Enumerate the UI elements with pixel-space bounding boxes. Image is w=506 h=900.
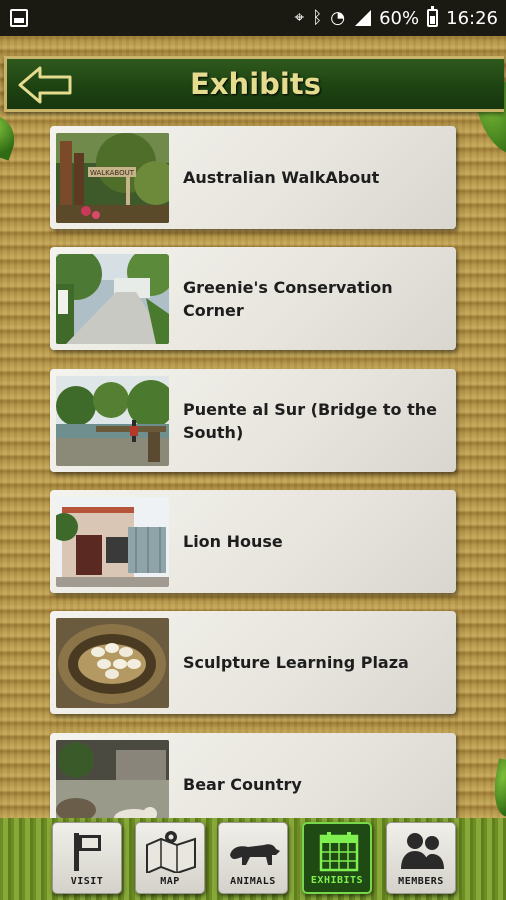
header-bar: Exhibits bbox=[4, 56, 504, 112]
map-icon bbox=[146, 831, 196, 873]
leaf-decoration-bottom-right bbox=[489, 758, 506, 818]
nav-label: MEMBERS bbox=[398, 876, 444, 887]
exhibit-name: Puente al Sur (Bridge to the South) bbox=[183, 399, 437, 442]
page-title: Exhibits bbox=[190, 67, 321, 101]
nav-label: VISIT bbox=[70, 876, 104, 887]
wifi-icon: ◔ bbox=[330, 7, 346, 28]
exhibit-thumbnail bbox=[56, 617, 169, 708]
exhibit-thumbnail bbox=[56, 739, 169, 830]
exhibit-name: Australian WalkAbout bbox=[183, 168, 380, 187]
walkabout-sign-text: WALKABOUT bbox=[90, 169, 135, 177]
exhibit-thumbnail bbox=[56, 496, 169, 587]
exhibit-thumbnail bbox=[56, 253, 169, 344]
location-icon: ⌖ bbox=[294, 7, 305, 28]
nav-exhibits-button[interactable]: EXHIBITS bbox=[302, 822, 372, 894]
calendar-icon bbox=[319, 832, 359, 872]
nav-map-button[interactable]: MAP bbox=[135, 822, 205, 894]
bluetooth-icon: ᛒ bbox=[312, 7, 323, 28]
exhibit-item-greenies-conservation-corner[interactable]: Greenie's Conservation Corner bbox=[50, 247, 456, 350]
nav-animals-button[interactable]: ANIMALS bbox=[218, 822, 288, 894]
exhibit-name: Sculpture Learning Plaza bbox=[183, 653, 409, 672]
nav-label: ANIMALS bbox=[230, 876, 276, 887]
nav-members-button[interactable]: MEMBERS bbox=[386, 822, 456, 894]
nav-visit-button[interactable]: VISIT bbox=[52, 822, 122, 894]
clock: 16:26 bbox=[446, 7, 498, 29]
exhibit-item-lion-house[interactable]: Lion House bbox=[50, 490, 456, 593]
battery-icon bbox=[427, 6, 439, 27]
nav-label: EXHIBITS bbox=[310, 875, 364, 886]
bottom-navigation: VISIT MAP ANIMALS EXHIBITS MEMBERS bbox=[0, 818, 506, 900]
status-bar: ⌖ ᛒ ◔ 60% 16:26 bbox=[0, 0, 506, 36]
nav-label: MAP bbox=[160, 876, 180, 887]
members-icon bbox=[401, 833, 444, 869]
exhibit-thumbnail: WALKABOUT bbox=[56, 132, 169, 223]
leaf-decoration-left bbox=[0, 113, 22, 161]
exhibit-thumbnail bbox=[56, 375, 169, 466]
sign-icon bbox=[74, 833, 101, 871]
battery-percent: 60% bbox=[379, 7, 420, 29]
exhibit-name: Lion House bbox=[183, 532, 283, 551]
gallery-notification-icon bbox=[10, 9, 28, 27]
cell-signal-icon bbox=[353, 10, 372, 26]
exhibit-item-sculpture-learning-plaza[interactable]: Sculpture Learning Plaza bbox=[50, 611, 456, 714]
exhibit-item-puente-al-sur[interactable]: Puente al Sur (Bridge to the South) bbox=[50, 369, 456, 472]
exhibit-name: Greenie's Conservation Corner bbox=[183, 277, 393, 320]
exhibit-name: Bear Country bbox=[183, 775, 302, 794]
exhibit-item-australian-walkabout[interactable]: WALKABOUT Australian WalkAbout bbox=[50, 126, 456, 229]
panther-icon bbox=[230, 844, 280, 865]
